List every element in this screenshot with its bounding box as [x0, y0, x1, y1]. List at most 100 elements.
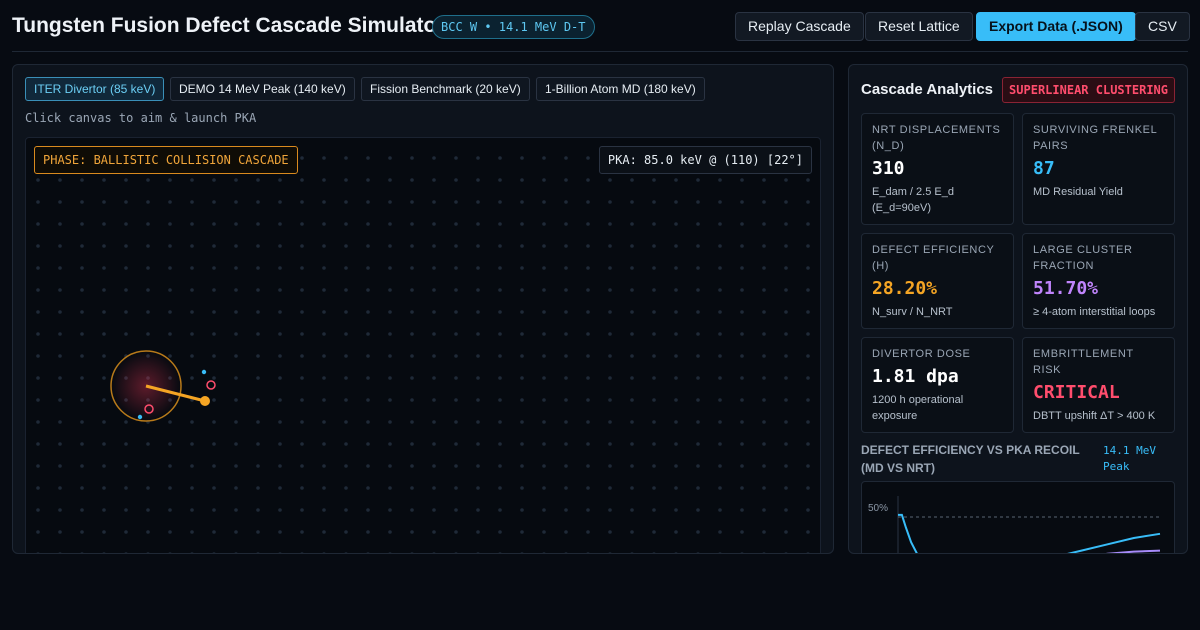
- lattice-atom: [278, 178, 282, 182]
- lattice-atom: [410, 266, 414, 270]
- lattice-atom: [146, 332, 150, 336]
- lattice-atom: [168, 200, 172, 204]
- lattice-atom: [498, 508, 502, 512]
- lattice-atom: [740, 376, 744, 380]
- lattice-atom: [652, 200, 656, 204]
- lattice-atom: [344, 178, 348, 182]
- lattice-atom: [674, 266, 678, 270]
- card-label: SURVIVING FRENKEL PAIRS: [1033, 124, 1157, 152]
- lattice-atom: [652, 464, 656, 468]
- y-tick-label: 50%: [868, 503, 888, 514]
- lattice-atom: [190, 332, 194, 336]
- lattice-atom: [476, 508, 480, 512]
- card-subtext: MD Residual Yield: [1033, 186, 1123, 198]
- lattice-atom: [410, 200, 414, 204]
- lattice-atom: [454, 486, 458, 490]
- pka-atom: [200, 396, 210, 406]
- lattice-atom: [432, 552, 436, 553]
- lattice-atom: [190, 288, 194, 292]
- lattice-atom: [806, 486, 810, 490]
- lattice-atom: [366, 156, 370, 160]
- lattice-atom: [36, 486, 40, 490]
- lattice-atom: [168, 552, 172, 553]
- lattice-atom: [36, 398, 40, 402]
- reset-lattice-button[interactable]: Reset Lattice: [865, 12, 973, 41]
- lattice-atom: [366, 332, 370, 336]
- lattice-atom: [124, 332, 128, 336]
- lattice-atom: [608, 464, 612, 468]
- lattice-atom: [234, 376, 238, 380]
- lattice-atom: [630, 486, 634, 490]
- lattice-atom: [696, 266, 700, 270]
- lattice-atom: [278, 354, 282, 358]
- lattice-atom: [476, 398, 480, 402]
- lattice-atom: [36, 552, 40, 553]
- lattice-atom: [762, 486, 766, 490]
- lattice-atom: [168, 310, 172, 314]
- export-json-button[interactable]: Export Data (.JSON): [976, 12, 1136, 41]
- lattice-atom: [212, 530, 216, 534]
- export-csv-button[interactable]: CSV: [1135, 12, 1190, 41]
- lattice-atom: [124, 222, 128, 226]
- preset-billion-atom-md[interactable]: 1-Billion Atom MD (180 keV): [536, 77, 705, 101]
- cascade-canvas[interactable]: PHASE: BALLISTIC COLLISION CASCADE PKA: …: [25, 137, 821, 554]
- lattice-atom: [498, 486, 502, 490]
- lattice-atom: [256, 222, 260, 226]
- lattice-atom: [190, 464, 194, 468]
- preset-iter-divertor[interactable]: ITER Divertor (85 keV): [25, 77, 165, 101]
- lattice-atom: [630, 442, 634, 446]
- lattice-atom: [542, 530, 546, 534]
- lattice-atom: [36, 310, 40, 314]
- card-value: 310: [872, 158, 905, 179]
- replay-cascade-button[interactable]: Replay Cascade: [735, 12, 864, 41]
- lattice-atom: [410, 244, 414, 248]
- lattice-view[interactable]: [26, 138, 821, 554]
- app-title: Tungsten Fusion Defect Cascade Simulator: [12, 14, 445, 37]
- lattice-atom: [806, 530, 810, 534]
- lattice-atom: [146, 200, 150, 204]
- lattice-atom: [102, 530, 106, 534]
- lattice-atom: [168, 530, 172, 534]
- interstitial-marker: [201, 369, 207, 375]
- lattice-atom: [80, 398, 84, 402]
- lattice-atom: [322, 442, 326, 446]
- lattice-atom: [80, 442, 84, 446]
- lattice-atom: [586, 310, 590, 314]
- preset-fission-benchmark[interactable]: Fission Benchmark (20 keV): [361, 77, 530, 101]
- lattice-atom: [190, 508, 194, 512]
- preset-demo-peak[interactable]: DEMO 14 MeV Peak (140 keV): [170, 77, 355, 101]
- lattice-atom: [718, 310, 722, 314]
- lattice-atom: [102, 442, 106, 446]
- lattice-atom: [476, 310, 480, 314]
- lattice-atom: [58, 200, 62, 204]
- lattice-atom: [388, 486, 392, 490]
- lattice-atom: [762, 530, 766, 534]
- vacancy-marker: [206, 380, 216, 390]
- lattice-atom: [586, 442, 590, 446]
- lattice-atom: [652, 222, 656, 226]
- lattice-atom: [586, 530, 590, 534]
- card-subtext: N_surv / N_NRT: [872, 306, 953, 318]
- lattice-atom: [410, 288, 414, 292]
- lattice-atom: [740, 244, 744, 248]
- lattice-atom: [454, 530, 458, 534]
- lattice-atom: [454, 244, 458, 248]
- lattice-atom: [586, 354, 590, 358]
- lattice-atom: [212, 288, 216, 292]
- lattice-atom: [740, 178, 744, 182]
- lattice-atom: [564, 244, 568, 248]
- lattice-atom: [498, 420, 502, 424]
- lattice-atom: [234, 442, 238, 446]
- lattice-atom: [366, 310, 370, 314]
- lattice-atom: [498, 442, 502, 446]
- lattice-atom: [762, 244, 766, 248]
- lattice-atom: [520, 464, 524, 468]
- lattice-atom: [696, 420, 700, 424]
- lattice-atom: [344, 332, 348, 336]
- lattice-atom: [630, 376, 634, 380]
- lattice-atom: [806, 398, 810, 402]
- lattice-atom: [36, 442, 40, 446]
- lattice-atom: [168, 508, 172, 512]
- lattice-atom: [542, 398, 546, 402]
- lattice-atom: [36, 200, 40, 204]
